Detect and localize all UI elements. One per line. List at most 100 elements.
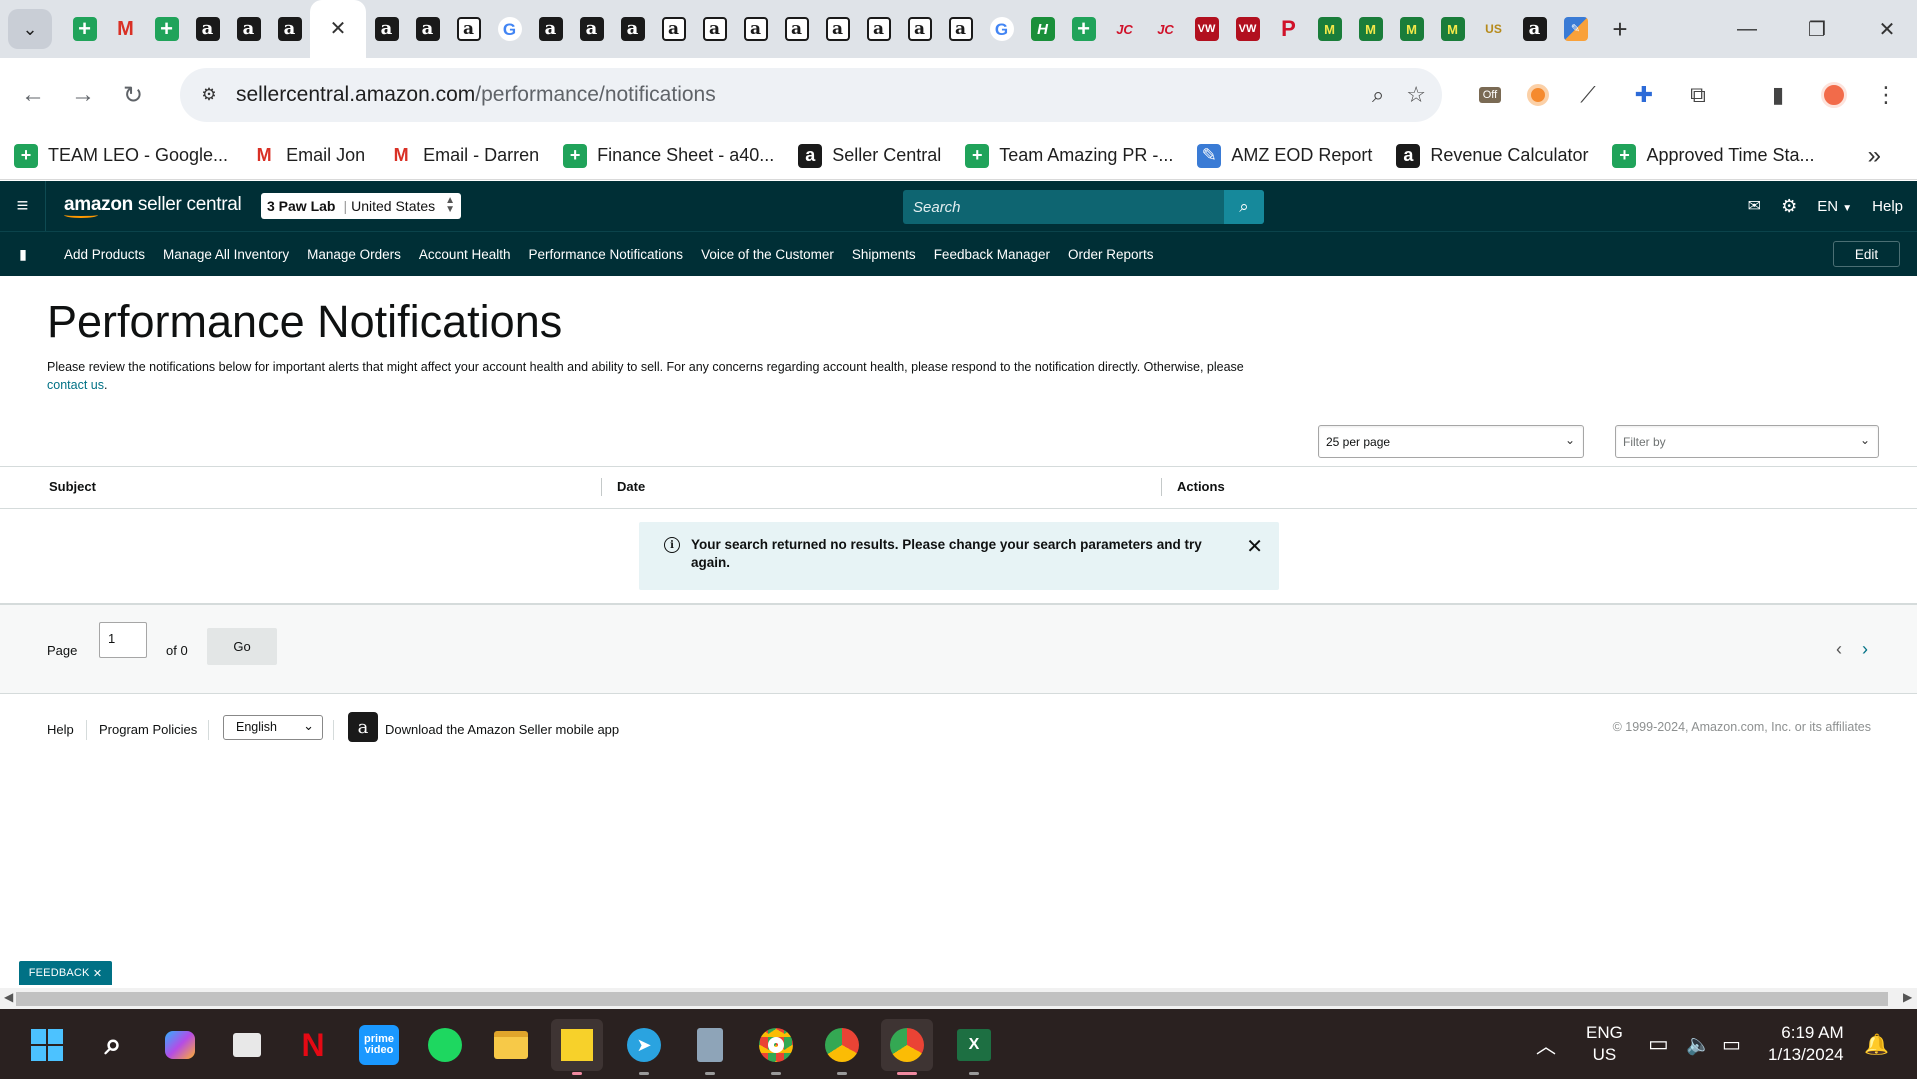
sticky-notes-icon[interactable] [551, 1019, 603, 1071]
account-switcher[interactable]: 3 Paw Lab | United States ▲ ▼ [261, 193, 461, 219]
tab[interactable]: ✎ [1555, 0, 1596, 58]
spotify-icon[interactable] [425, 1025, 465, 1065]
extension-orange-icon[interactable] [1518, 70, 1558, 120]
footer-help-link[interactable]: Help [47, 722, 74, 737]
profile-avatar[interactable] [1814, 70, 1854, 120]
new-tab-button[interactable]: + [1600, 9, 1640, 49]
url-text[interactable]: sellercentral.amazon.com/performance/not… [236, 83, 716, 107]
tab[interactable]: a [776, 0, 817, 58]
nav-link-shipments[interactable]: Shipments [852, 247, 916, 262]
tab[interactable]: a [735, 0, 776, 58]
mail-icon[interactable]: ✉ [1748, 196, 1761, 216]
prev-page-icon[interactable]: ‹ [1836, 639, 1842, 660]
window-close-icon[interactable]: ✕ [1852, 0, 1917, 58]
bookmark-star-icon[interactable]: ☆ [1406, 82, 1426, 108]
input-language-indicator[interactable]: ENG US [1586, 1009, 1623, 1079]
tab[interactable]: a [899, 0, 940, 58]
notification-bell-icon[interactable]: 🔔 [1864, 1009, 1889, 1079]
tab[interactable]: a [653, 0, 694, 58]
tab[interactable]: a [187, 0, 228, 58]
search-input[interactable]: Search [913, 199, 1224, 216]
language-dropdown[interactable]: EN ▼ [1817, 198, 1852, 215]
contact-us-link[interactable]: contact us [47, 378, 104, 392]
netflix-icon[interactable]: N [293, 1025, 333, 1065]
edit-nav-button[interactable]: Edit [1833, 241, 1900, 267]
bookmark-item[interactable]: + Team Amazing PR -... [965, 143, 1173, 168]
nav-link-add-products[interactable]: Add Products [64, 247, 145, 262]
tab[interactable]: M [1309, 0, 1350, 58]
copilot-icon[interactable] [160, 1025, 200, 1065]
zoom-icon[interactable]: ⌕ [1372, 82, 1384, 108]
bookmark-item[interactable]: M Email - Darren [389, 144, 540, 168]
tab[interactable]: a [1514, 0, 1555, 58]
extensions-puzzle-icon[interactable]: ⧉ [1678, 70, 1718, 120]
tab[interactable]: G [489, 0, 530, 58]
close-icon[interactable]: ✕ [93, 967, 102, 980]
chrome-profile-icon[interactable] [822, 1025, 862, 1065]
tab[interactable]: + [64, 0, 105, 58]
network-icon[interactable]: ▭ [1648, 1009, 1669, 1079]
nav-link-manage-all-inventory[interactable]: Manage All Inventory [163, 247, 289, 262]
help-link[interactable]: Help [1872, 198, 1903, 215]
tab[interactable]: JC [1145, 0, 1186, 58]
tab[interactable]: H [1022, 0, 1063, 58]
search-button-icon[interactable]: ⌕ [1224, 190, 1264, 224]
bookmark-item[interactable]: + TEAM LEO - Google... [14, 143, 228, 168]
excel-icon[interactable]: X [954, 1025, 994, 1065]
tab[interactable]: a [817, 0, 858, 58]
telegram-icon[interactable]: ➤ [624, 1025, 664, 1065]
minimize-icon[interactable]: — [1712, 0, 1782, 58]
page-number-input[interactable]: 1 [99, 622, 147, 658]
tab[interactable]: a [530, 0, 571, 58]
battery-icon[interactable]: ▭ [1722, 1009, 1741, 1079]
per-page-select[interactable]: 25 per page ⌄ [1318, 425, 1584, 458]
column-date[interactable]: Date [617, 479, 645, 494]
bookmark-item[interactable]: M Email Jon [252, 144, 366, 168]
bookmark-item[interactable]: + Approved Time Sta... [1612, 143, 1815, 168]
next-page-icon[interactable]: › [1862, 639, 1868, 660]
tab[interactable]: G [981, 0, 1022, 58]
tab[interactable]: a [940, 0, 981, 58]
side-panel-icon[interactable]: ▮ [1758, 70, 1798, 120]
tab[interactable]: a [571, 0, 612, 58]
calculator-icon[interactable] [690, 1025, 730, 1065]
volume-icon[interactable]: 🔈 [1686, 1009, 1711, 1079]
windows-start-icon[interactable] [27, 1025, 67, 1065]
extension-blue-icon[interactable]: ✚ [1624, 70, 1664, 120]
scroll-right-icon[interactable]: ▶ [1903, 990, 1912, 1004]
task-view-icon[interactable] [227, 1025, 267, 1065]
tab[interactable]: JC [1104, 0, 1145, 58]
nav-link-performance-notifications[interactable]: Performance Notifications [528, 247, 683, 262]
nav-link-account-health[interactable]: Account Health [419, 247, 511, 262]
close-icon[interactable]: ✕ [1246, 534, 1263, 559]
tab-search-chevron-icon[interactable]: ⌄ [8, 9, 52, 49]
seller-search[interactable]: Search ⌕ [903, 190, 1264, 224]
column-subject[interactable]: Subject [49, 479, 96, 494]
nav-link-manage-orders[interactable]: Manage Orders [307, 247, 401, 262]
bookmark-item[interactable]: a Revenue Calculator [1396, 143, 1588, 168]
tab[interactable]: a [448, 0, 489, 58]
tab[interactable]: M [1432, 0, 1473, 58]
tab[interactable]: a [612, 0, 653, 58]
nav-link-order-reports[interactable]: Order Reports [1068, 247, 1154, 262]
tab[interactable]: + [146, 0, 187, 58]
filter-select[interactable]: Filter by ⌄ [1615, 425, 1879, 458]
scroll-left-icon[interactable]: ◀ [4, 990, 13, 1004]
tab[interactable]: US [1473, 0, 1514, 58]
clock[interactable]: 6:19 AM 1/13/2024 [1768, 1009, 1844, 1079]
search-icon[interactable]: ⌕ [93, 1025, 133, 1065]
tab[interactable]: M [105, 0, 146, 58]
bookmark-item[interactable]: a Seller Central [798, 143, 941, 168]
close-tab-icon[interactable]: ✕ [326, 17, 350, 41]
bookmark-item[interactable]: + Finance Sheet - a40... [563, 143, 774, 168]
program-policies-link[interactable]: Program Policies [99, 722, 197, 737]
tab[interactable]: a [694, 0, 735, 58]
tab[interactable]: VW [1186, 0, 1227, 58]
go-button[interactable]: Go [207, 628, 277, 665]
seller-central-logo[interactable]: amazon seller central [64, 194, 242, 218]
forward-arrow-icon[interactable]: → [58, 70, 108, 120]
tab[interactable]: a [407, 0, 448, 58]
scrollbar-thumb[interactable] [16, 992, 1888, 1006]
prime-video-icon[interactable]: prime video [359, 1025, 399, 1065]
show-hidden-icons-chevron-icon[interactable]: ︿ [1536, 1009, 1556, 1079]
